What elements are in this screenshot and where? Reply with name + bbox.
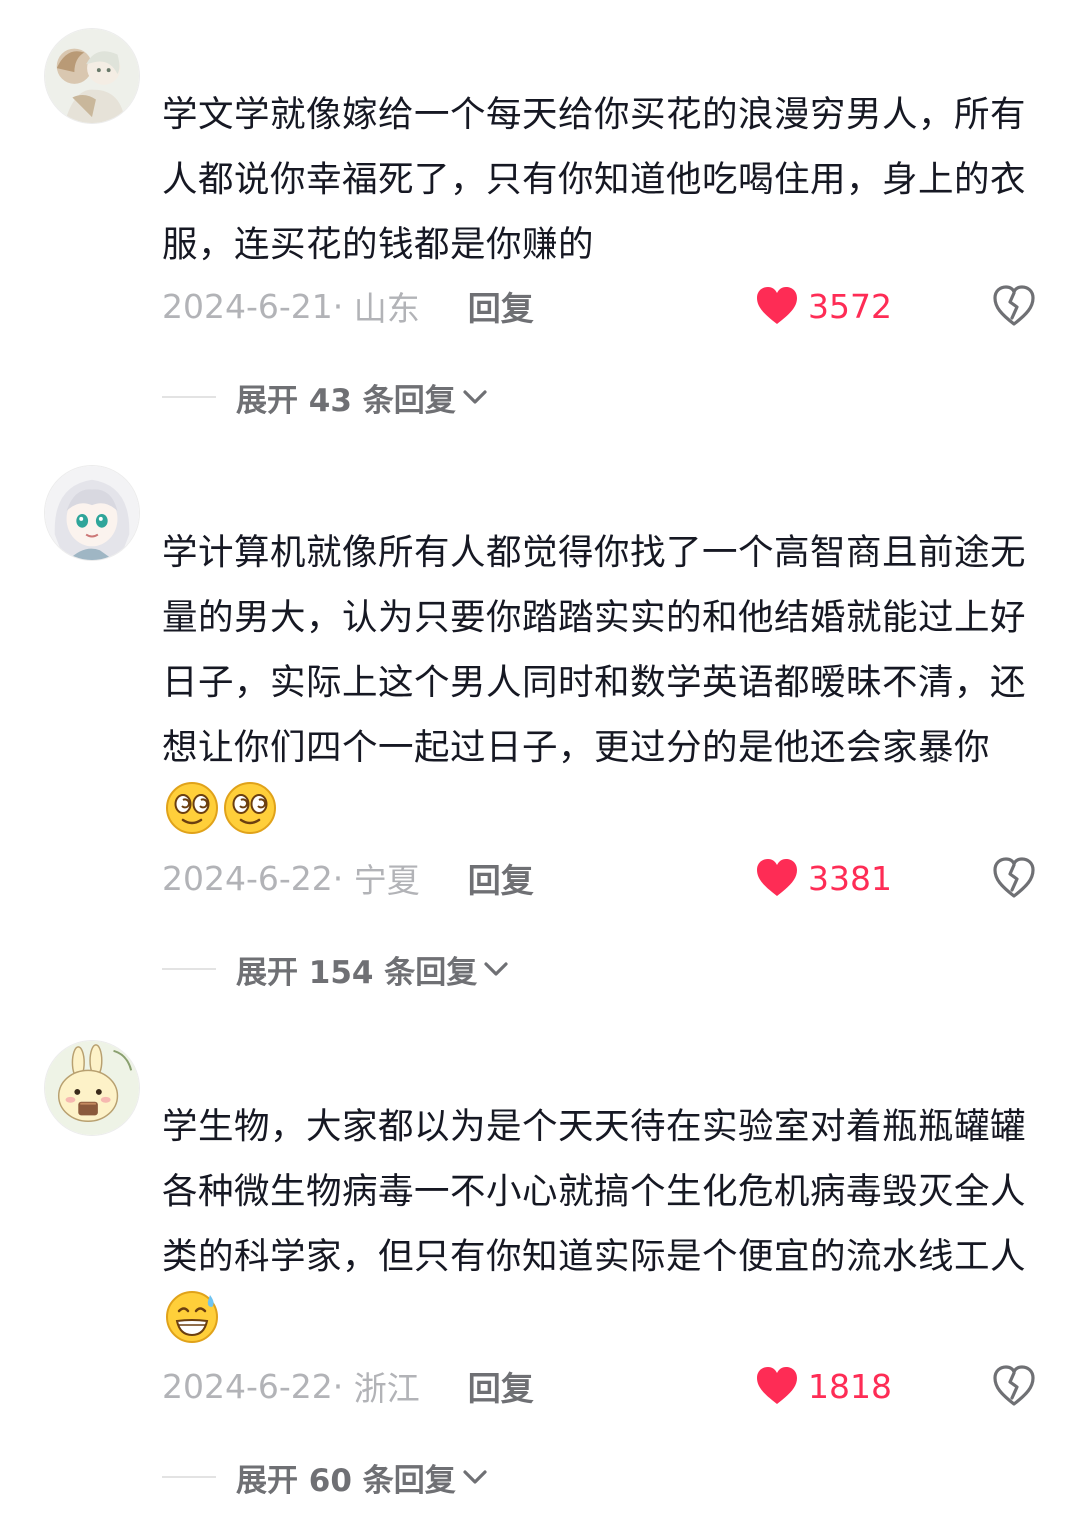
- comment-location: 山东: [353, 289, 420, 328]
- expand-divider: [162, 396, 216, 398]
- chevron-down-icon: [463, 390, 487, 404]
- like-count: 3381: [808, 858, 892, 898]
- user-avatar[interactable]: [44, 465, 140, 561]
- like-button[interactable]: 1818: [756, 1366, 892, 1406]
- like-count: 3572: [808, 286, 892, 326]
- broken-heart-icon[interactable]: [992, 284, 1036, 328]
- expand-replies-label: 展开 154 条回复: [236, 954, 478, 991]
- like-button[interactable]: 3381: [756, 858, 892, 898]
- comment-location: 浙江: [353, 1369, 420, 1408]
- comment-text-content: 学生物，大家都以为是个天天待在实验室对着瓶瓶罐罐各种微生物病毒一不小心就搞个生化…: [162, 1106, 1027, 1277]
- anime-girl-green-eyes-avatar-icon: [45, 466, 139, 560]
- meta-separator: ·: [332, 286, 354, 326]
- expand-divider: [162, 1476, 216, 1478]
- heart-icon: [757, 1367, 798, 1404]
- comment-text-content: 学计算机就像所有人都觉得你找了一个高智商且前途无量的男大，认为只要你踏踏实实的和…: [162, 532, 1027, 768]
- anime-girl-avatar-icon: [45, 29, 139, 123]
- user-avatar[interactable]: [44, 1040, 140, 1136]
- expand-replies-label: 展开 60 条回复: [236, 1462, 456, 1499]
- comment-date: 2024-6-22: [162, 1366, 333, 1406]
- comment-text: 学计算机就像所有人都觉得你找了一个高智商且前途无量的男大，认为只要你踏踏实实的和…: [162, 520, 1042, 845]
- comment-text: 学文学就像嫁给一个每天给你买花的浪漫穷男人，所有人都说你幸福死了，只有你知道他吃…: [162, 82, 1042, 277]
- heart-icon: [757, 859, 798, 896]
- comment-text: 学生物，大家都以为是个天天待在实验室对着瓶瓶罐罐各种微生物病毒一不小心就搞个生化…: [162, 1094, 1042, 1354]
- like-button[interactable]: 3572: [756, 286, 892, 326]
- dizzy-face-emoji-icon: [224, 782, 276, 834]
- user-avatar[interactable]: [44, 28, 140, 124]
- chevron-down-icon: [463, 1470, 487, 1484]
- expand-divider: [162, 968, 216, 970]
- broken-heart-icon[interactable]: [992, 856, 1036, 900]
- chevron-down-icon: [484, 962, 508, 976]
- expand-replies-button[interactable]: 展开 60 条回复: [162, 1447, 490, 1507]
- cartoon-rabbit-avatar-icon: [45, 1041, 139, 1135]
- expand-replies-button[interactable]: 展开 154 条回复: [162, 939, 511, 999]
- expand-replies-label: 展开 43 条回复: [236, 382, 456, 419]
- meta-separator: ·: [332, 1366, 354, 1406]
- comment-meta: 2024-6-22 · 宁夏 回复 3381: [162, 848, 1040, 908]
- comment-location: 宁夏: [353, 861, 420, 900]
- comment-date: 2024-6-21: [162, 286, 333, 326]
- reply-button[interactable]: 回复: [468, 1362, 534, 1410]
- comment-feed: 学文学就像嫁给一个每天给你买花的浪漫穷男人，所有人都说你幸福死了，只有你知道他吃…: [0, 0, 1080, 1529]
- reply-button[interactable]: 回复: [468, 282, 534, 330]
- comment-meta: 2024-6-22 · 浙江 回复 1818: [162, 1356, 1040, 1416]
- broken-heart-icon[interactable]: [992, 1364, 1036, 1408]
- grin-sweat-emoji-icon: [166, 1291, 218, 1343]
- comment-text-content: 学文学就像嫁给一个每天给你买花的浪漫穷男人，所有人都说你幸福死了，只有你知道他吃…: [162, 94, 1027, 265]
- heart-icon: [757, 287, 798, 324]
- dizzy-face-emoji-icon: [166, 782, 218, 834]
- comment-meta: 2024-6-21 · 山东 回复 3572: [162, 276, 1040, 336]
- reply-button[interactable]: 回复: [468, 854, 534, 902]
- meta-separator: ·: [332, 858, 354, 898]
- comment-date: 2024-6-22: [162, 858, 333, 898]
- expand-replies-button[interactable]: 展开 43 条回复: [162, 367, 490, 427]
- like-count: 1818: [808, 1366, 892, 1406]
